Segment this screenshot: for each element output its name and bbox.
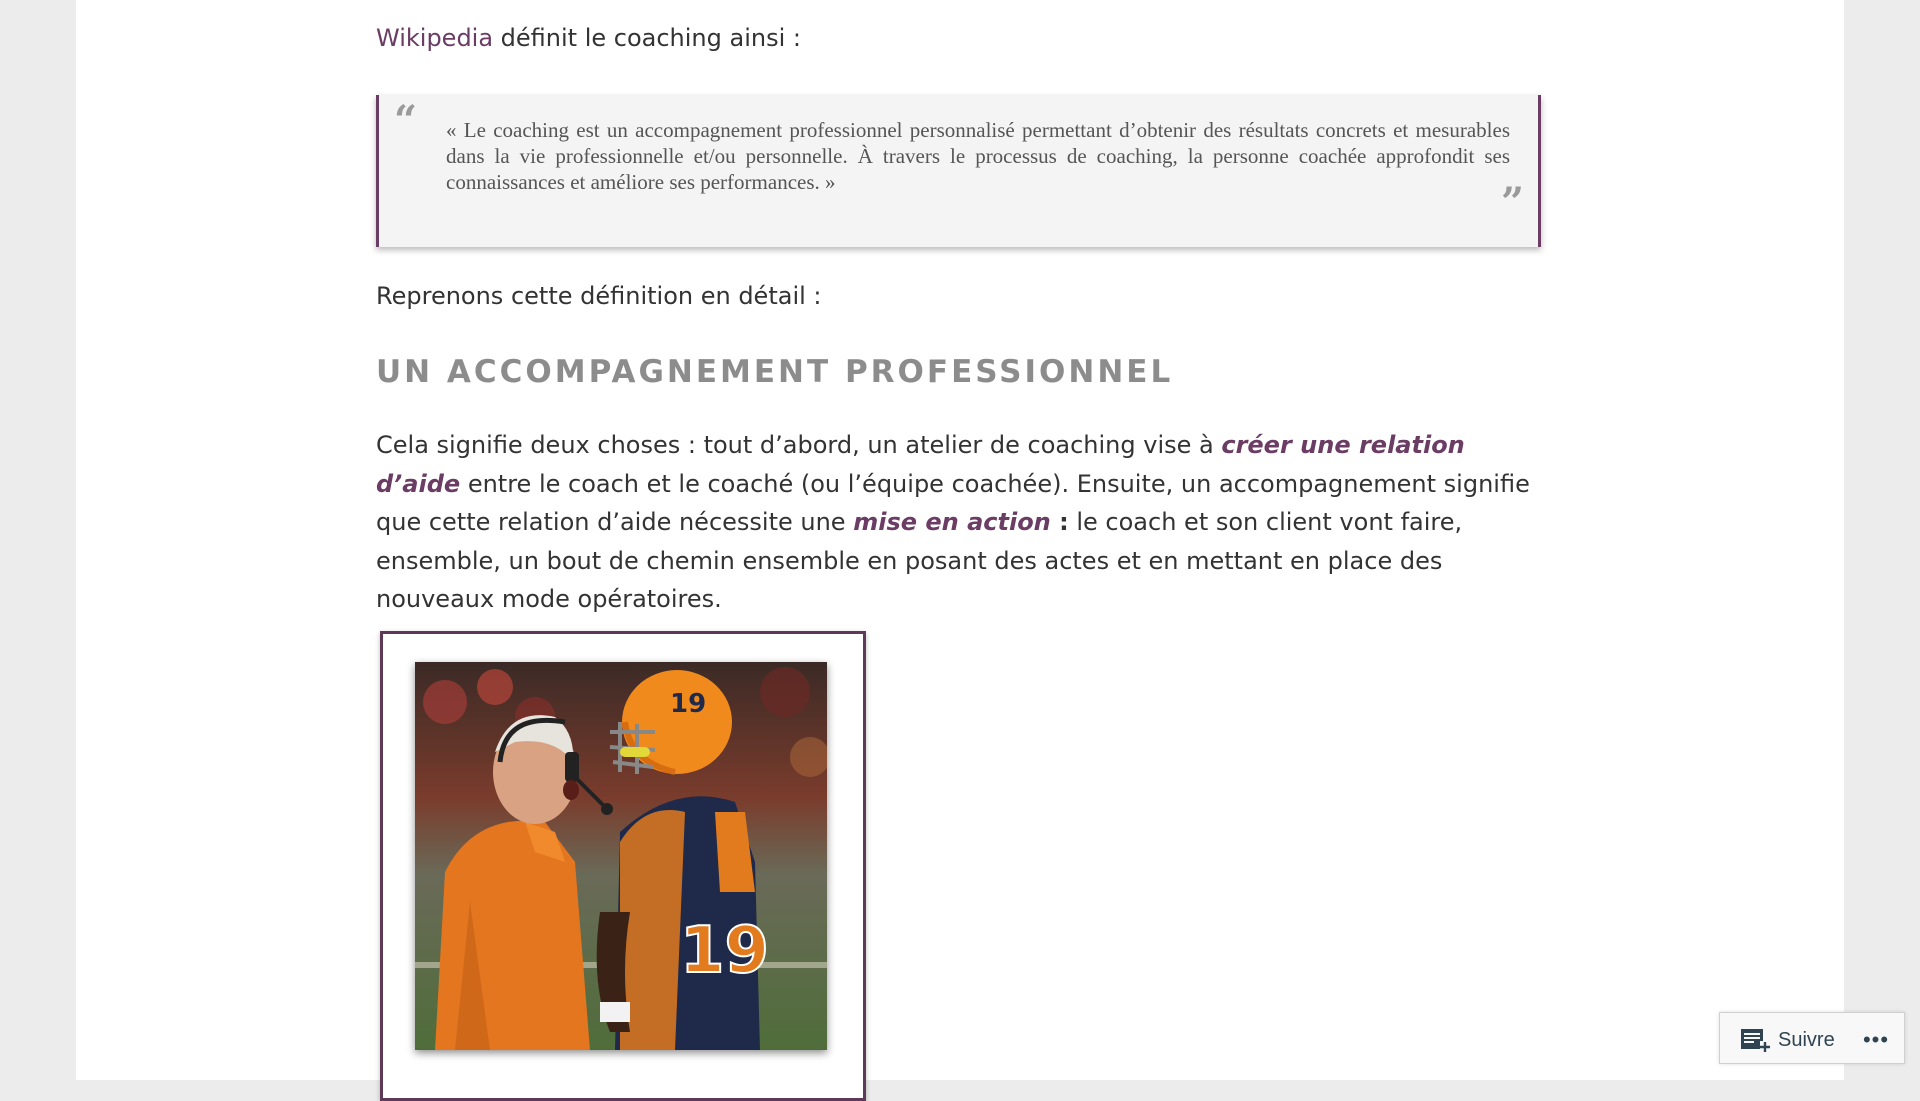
- wikipedia-link[interactable]: Wikipedia: [376, 24, 493, 52]
- body-paragraph: Cela signifie deux choses : tout d’abord…: [376, 426, 1546, 619]
- emphasis-colon: :: [1050, 508, 1069, 536]
- close-quote-icon: ”: [1500, 179, 1524, 226]
- follow-label: Suivre: [1778, 1028, 1835, 1051]
- follow-bar: Suivre •••: [1719, 1012, 1905, 1064]
- post-image-frame[interactable]: 19 19: [380, 631, 866, 1101]
- quote-text: « Le coaching est un accompagnement prof…: [446, 118, 1510, 194]
- open-quote-icon: “: [394, 97, 418, 144]
- section-heading: UN ACCOMPAGNEMENT PROFESSIONNEL: [376, 354, 1174, 390]
- intro-text: définit le coaching ainsi :: [493, 24, 801, 52]
- body-text-1: Cela signifie deux choses : tout d’abord…: [376, 431, 1222, 459]
- page-background: Wikipedia définit le coaching ainsi : “ …: [76, 0, 1844, 1101]
- emphasis-mise-en-action: mise en action: [853, 508, 1051, 536]
- blockquote: “ « Le coaching est un accompagnement pr…: [376, 95, 1541, 247]
- follow-button[interactable]: Suivre: [1740, 1025, 1835, 1055]
- intro-paragraph: Wikipedia définit le coaching ainsi :: [376, 20, 801, 56]
- jersey-number: 19: [680, 914, 769, 988]
- svg-text:19: 19: [670, 689, 706, 719]
- definition-intro: Reprenons cette définition en détail :: [376, 282, 822, 310]
- coach-player-photo: 19 19: [415, 662, 827, 1050]
- more-options-button[interactable]: •••: [1858, 1025, 1894, 1055]
- reader-follow-icon: [1741, 1029, 1770, 1052]
